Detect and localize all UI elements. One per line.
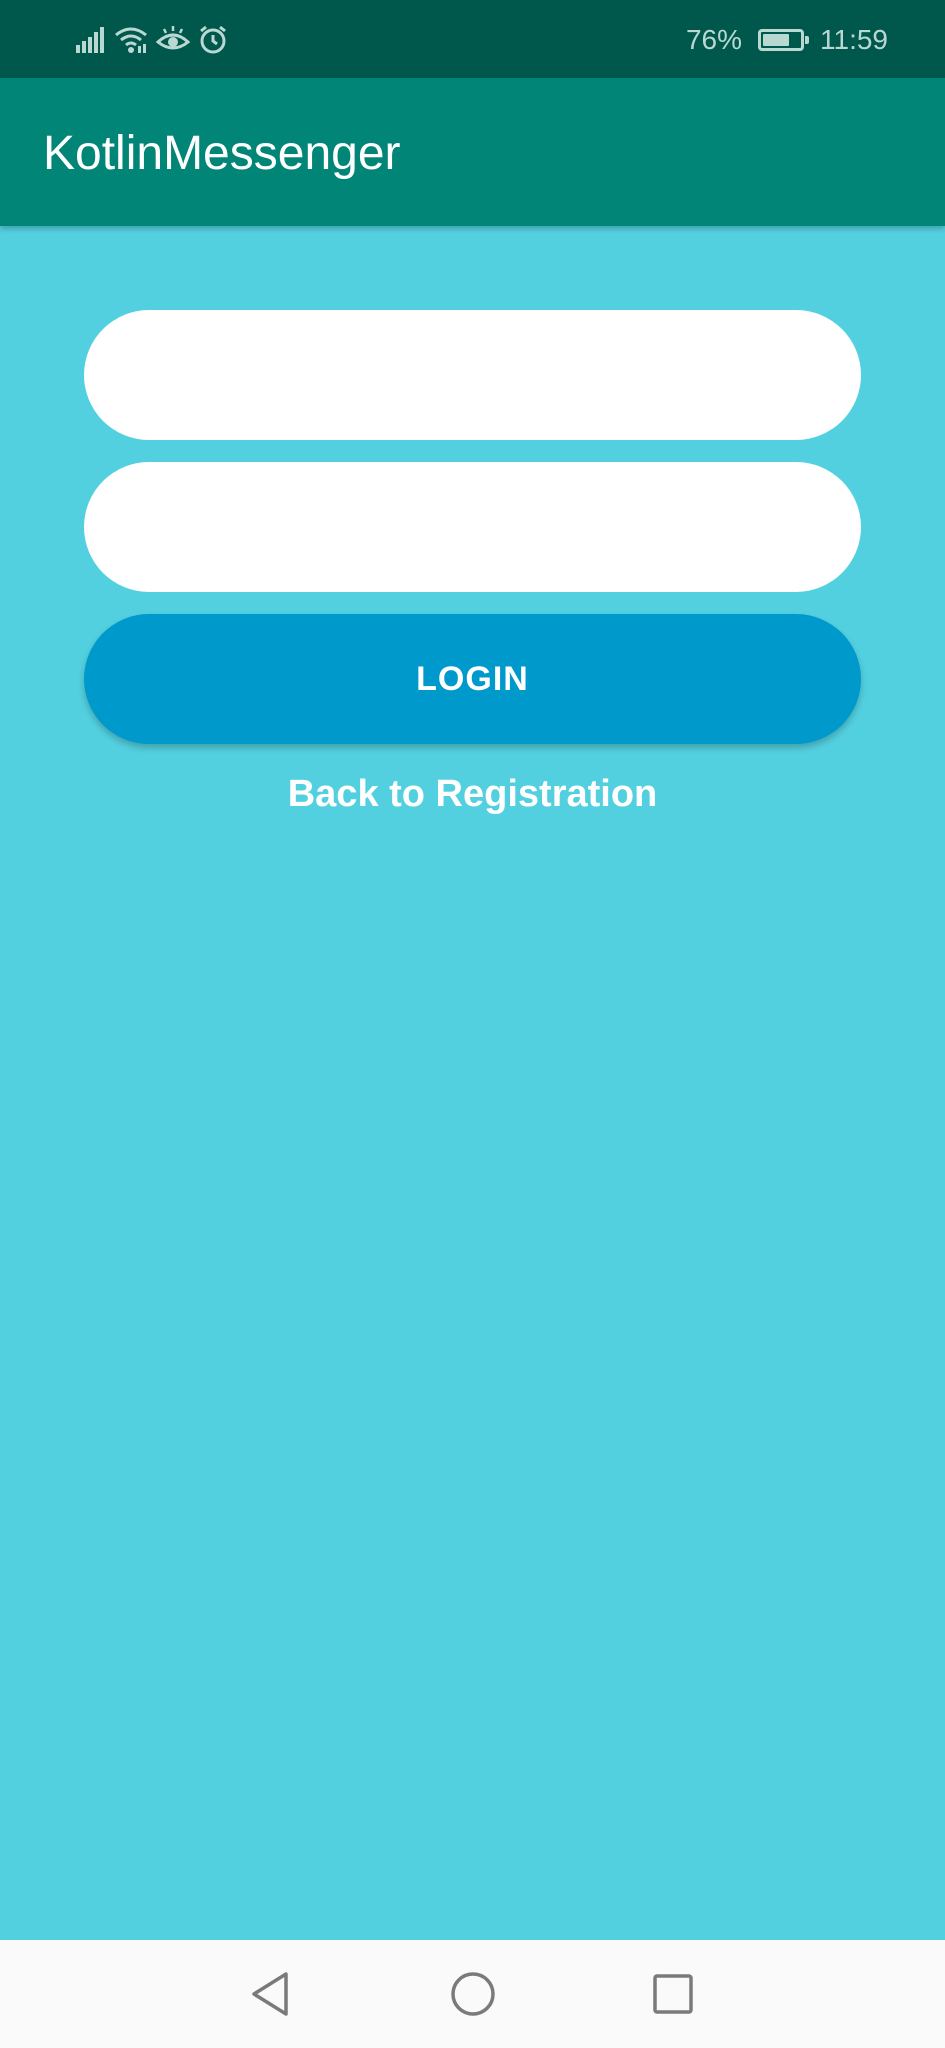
app-title: KotlinMessenger — [43, 127, 401, 180]
clock: 11:59 — [820, 24, 888, 55]
battery-icon — [758, 29, 809, 51]
recents-icon[interactable] — [643, 1964, 703, 2024]
app-bar: KotlinMessenger — [0, 78, 945, 226]
signal-icon — [76, 27, 106, 53]
home-icon[interactable] — [443, 1964, 503, 2024]
battery-level-fill — [763, 34, 790, 46]
battery-tip — [805, 36, 809, 44]
alarm-icon — [198, 25, 228, 55]
wifi-icon — [114, 26, 148, 54]
back-icon[interactable] — [240, 1964, 300, 2024]
status-icons — [76, 20, 228, 60]
eye-comfort-icon — [156, 26, 190, 54]
login-screen: LOGIN Back to Registration — [0, 226, 945, 1940]
navigation-bar — [0, 1940, 945, 2048]
status-bar: 76% 11:59 — [0, 0, 945, 78]
email-field[interactable] — [84, 310, 861, 440]
login-button[interactable]: LOGIN — [84, 614, 861, 744]
password-field[interactable] — [84, 462, 861, 592]
status-info: 76% 11:59 — [686, 18, 888, 62]
back-to-registration-link[interactable]: Back to Registration — [0, 770, 945, 818]
battery-percent: 76% — [685, 24, 742, 55]
